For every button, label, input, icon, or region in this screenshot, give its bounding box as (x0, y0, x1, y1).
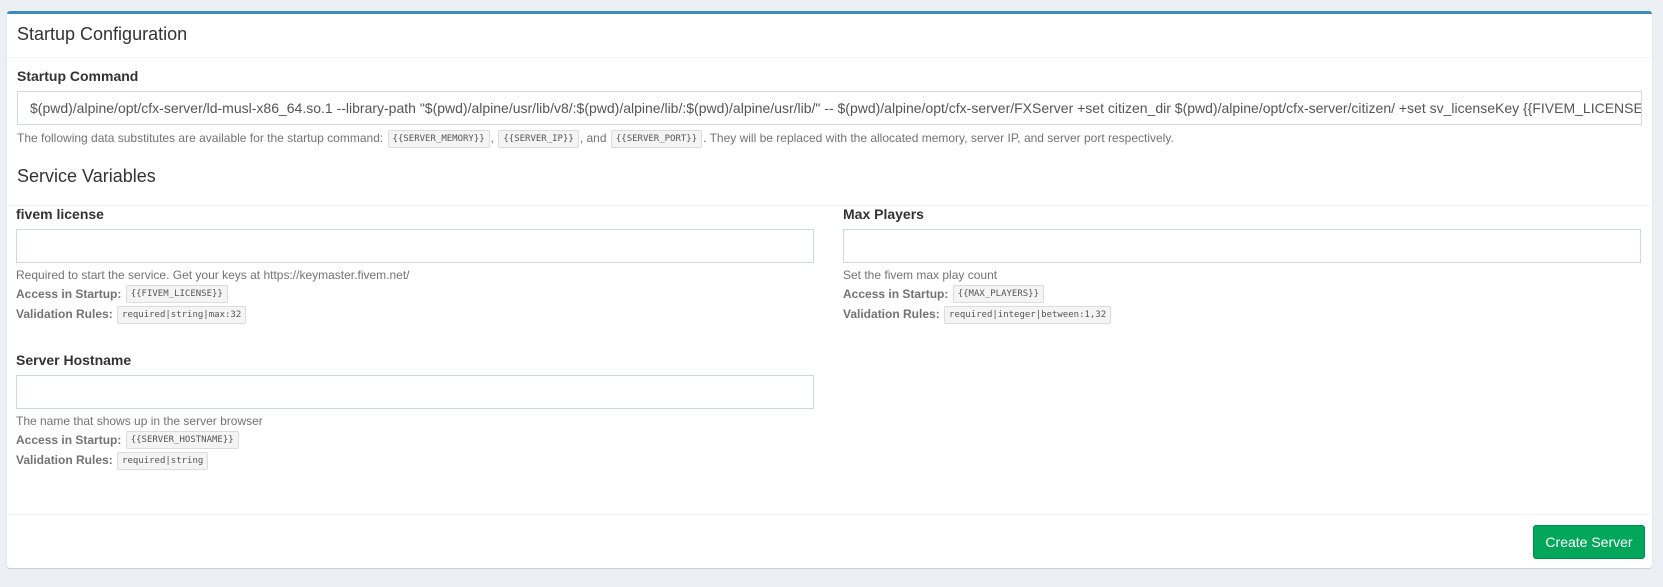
substitute-port-tag: {{SERVER_PORT}} (610, 129, 703, 148)
access-in-startup-line: Access in Startup: {{SERVER_HOSTNAME}} (16, 431, 814, 450)
variable-max-players: Max Players Set the fivem max play count… (843, 205, 1641, 324)
substitute-memory-tag: {{SERVER_MEMORY}} (387, 129, 490, 148)
fivem-license-input[interactable] (16, 229, 814, 263)
variable-label: Server Hostname (16, 352, 132, 368)
env-variable-tag: {{FIVEM_LICENSE}} (125, 285, 228, 304)
validation-rules-line: Validation Rules: required|string|max:32 (16, 305, 814, 324)
box-header: Startup Configuration (7, 14, 1652, 58)
startup-configuration-box: Startup Configuration Startup Command $(… (7, 11, 1652, 568)
create-server-button[interactable]: Create Server (1533, 525, 1645, 559)
startup-command-help: The following data substitutes are avail… (17, 129, 1642, 148)
startup-command-label: Startup Command (17, 68, 139, 84)
variable-label: fivem license (16, 206, 104, 222)
box-title: Startup Configuration (17, 24, 188, 44)
variable-label: Max Players (843, 206, 924, 222)
box-footer: Create Server (7, 514, 1652, 568)
help-suffix: . They will be replaced with the allocat… (703, 131, 1174, 145)
max-players-input[interactable] (843, 229, 1641, 263)
access-label: Access in Startup: (843, 287, 949, 301)
server-hostname-input[interactable] (16, 375, 814, 409)
rules-label: Validation Rules: (16, 307, 113, 322)
variable-description: Required to start the service. Get your … (16, 268, 410, 282)
help-separator: , (490, 131, 495, 145)
access-in-startup-line: Access in Startup: {{FIVEM_LICENSE}} (16, 285, 814, 304)
variable-description: The name that shows up in the server bro… (16, 414, 263, 428)
env-variable-tag: {{MAX_PLAYERS}} (952, 285, 1044, 304)
env-variable-tag: {{SERVER_HOSTNAME}} (125, 431, 239, 450)
help-separator: , and (579, 131, 607, 145)
validation-rules-tag: required|integer|between:1,32 (944, 305, 1112, 324)
startup-command-input[interactable]: $(pwd)/alpine/opt/cfx-server/ld-musl-x86… (17, 91, 1642, 125)
validation-rules-tag: required|string (117, 451, 209, 470)
rules-label: Validation Rules: (843, 307, 940, 322)
variable-description: Set the fivem max play count (843, 268, 998, 282)
substitute-ip-tag: {{SERVER_IP}} (498, 129, 579, 148)
variable-server-hostname: Server Hostname The name that shows up i… (16, 351, 814, 470)
access-label: Access in Startup: (16, 433, 122, 447)
variable-fivem-license: fivem license Required to start the serv… (16, 205, 814, 324)
service-variables-title: Service Variables (17, 166, 156, 186)
access-label: Access in Startup: (16, 287, 122, 301)
validation-rules-line: Validation Rules: required|integer|betwe… (843, 305, 1641, 324)
validation-rules-line: Validation Rules: required|string (16, 451, 814, 470)
validation-rules-tag: required|string|max:32 (117, 305, 247, 324)
help-prefix: The following data substitutes are avail… (17, 131, 384, 145)
service-variables-header: Service Variables (7, 159, 1652, 206)
access-in-startup-line: Access in Startup: {{MAX_PLAYERS}} (843, 285, 1641, 304)
rules-label: Validation Rules: (16, 453, 113, 468)
startup-command-group: Startup Command $(pwd)/alpine/opt/cfx-se… (17, 67, 1642, 148)
